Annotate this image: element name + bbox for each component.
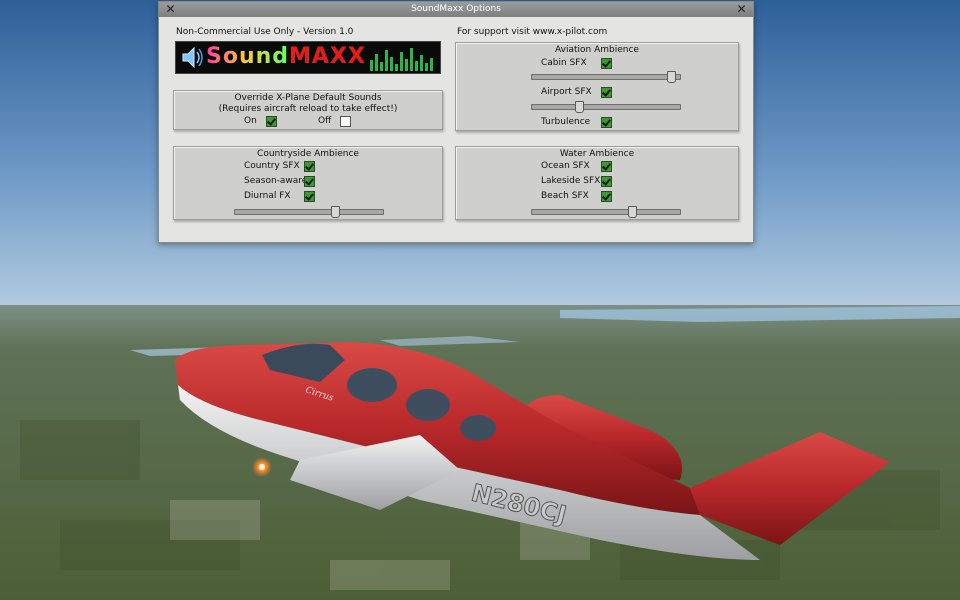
beach-sfx-label: Beach SFX bbox=[541, 191, 589, 201]
airport-volume-slider[interactable] bbox=[531, 101, 681, 113]
airport-sfx-label: Airport SFX bbox=[541, 87, 592, 97]
cabin-sfx-label: Cabin SFX bbox=[541, 58, 587, 68]
airport-sfx-checkbox[interactable] bbox=[601, 87, 612, 98]
cabin-sfx-checkbox[interactable] bbox=[601, 58, 612, 69]
ocean-sfx-label: Ocean SFX bbox=[541, 161, 590, 171]
countryside-volume-slider[interactable] bbox=[234, 206, 384, 218]
aviation-title: Aviation Ambience bbox=[555, 45, 639, 55]
override-off-checkbox[interactable] bbox=[340, 116, 351, 127]
support-text: For support visit www.x-pilot.com bbox=[457, 27, 608, 37]
on-label: On bbox=[244, 116, 257, 126]
turbulence-label: Turbulence bbox=[541, 117, 591, 127]
aviation-ambience-panel: Aviation Ambience Cabin SFX Airport SFX … bbox=[455, 42, 739, 131]
season-aware-label: Season-aware bbox=[244, 176, 308, 186]
title-bar[interactable]: ✕ SoundMaxx Options ✕ bbox=[159, 2, 753, 17]
water-title: Water Ambience bbox=[559, 149, 635, 159]
beach-sfx-checkbox[interactable] bbox=[601, 191, 612, 202]
countryside-ambience-panel: Countryside Ambience Country SFX Season-… bbox=[173, 146, 443, 220]
country-sfx-label: Country SFX bbox=[244, 161, 300, 171]
season-aware-checkbox[interactable] bbox=[304, 176, 315, 187]
window-title: SoundMaxx Options bbox=[411, 4, 501, 14]
water-ambience-panel: Water Ambience Ocean SFX Lakeside SFX Be… bbox=[455, 146, 739, 220]
version-text: Non-Commercial Use Only - Version 1.0 bbox=[176, 27, 354, 37]
equalizer-graphic bbox=[370, 48, 433, 71]
soundmaxx-logo: SoundMAXX bbox=[175, 41, 441, 74]
logo-text: SoundMAXX bbox=[206, 44, 366, 69]
override-title: Override X-Plane Default Sounds bbox=[234, 93, 382, 103]
cabin-volume-slider[interactable] bbox=[531, 71, 681, 83]
close-icon[interactable]: ✕ bbox=[163, 2, 178, 17]
speaker-icon bbox=[182, 46, 203, 69]
turbulence-checkbox[interactable] bbox=[601, 117, 612, 128]
override-panel: Override X-Plane Default Sounds (Require… bbox=[173, 90, 443, 130]
slider-thumb[interactable] bbox=[628, 206, 637, 218]
lakeside-sfx-label: Lakeside SFX bbox=[541, 176, 601, 186]
lakeside-sfx-checkbox[interactable] bbox=[601, 176, 612, 187]
ocean-sfx-checkbox[interactable] bbox=[601, 161, 612, 172]
override-on-checkbox[interactable] bbox=[266, 116, 277, 127]
slider-thumb[interactable] bbox=[331, 206, 340, 218]
off-label: Off bbox=[318, 116, 332, 126]
close-icon[interactable]: ✕ bbox=[734, 2, 749, 17]
slider-thumb[interactable] bbox=[575, 101, 584, 113]
country-sfx-checkbox[interactable] bbox=[304, 161, 315, 172]
override-note: (Requires aircraft reload to take effect… bbox=[218, 104, 398, 114]
water-volume-slider[interactable] bbox=[531, 206, 681, 218]
diurnal-fx-checkbox[interactable] bbox=[304, 191, 315, 202]
diurnal-fx-label: Diurnal FX bbox=[244, 191, 291, 201]
countryside-title: Countryside Ambience bbox=[257, 149, 359, 159]
slider-thumb[interactable] bbox=[667, 71, 676, 83]
soundmaxx-options-dialog: ✕ SoundMaxx Options ✕ Non-Commercial Use… bbox=[158, 1, 754, 243]
